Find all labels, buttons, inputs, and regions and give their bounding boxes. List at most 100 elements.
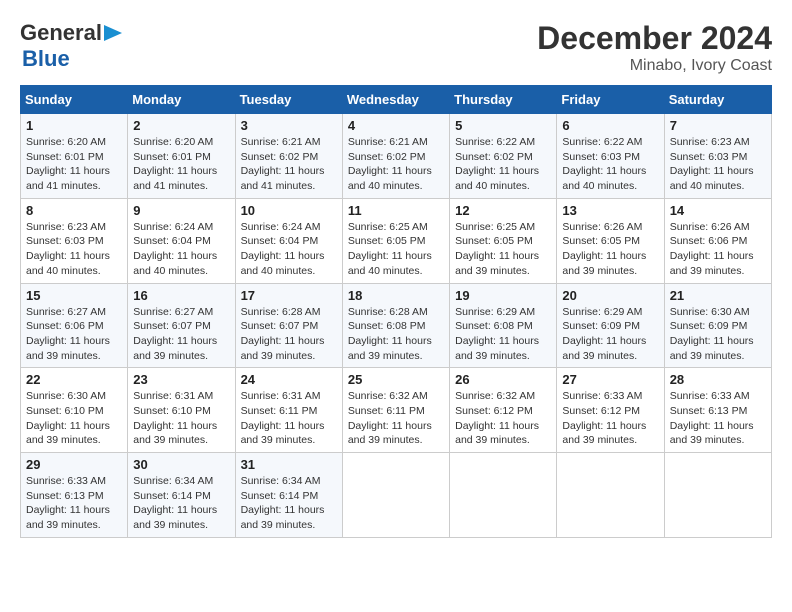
calendar-cell: 4 Sunrise: 6:21 AMSunset: 6:02 PMDayligh…	[342, 114, 449, 199]
calendar-cell: 8 Sunrise: 6:23 AMSunset: 6:03 PMDayligh…	[21, 198, 128, 283]
day-number: 8	[26, 203, 122, 218]
cell-info: Sunrise: 6:29 AMSunset: 6:08 PMDaylight:…	[455, 306, 539, 362]
cell-info: Sunrise: 6:28 AMSunset: 6:08 PMDaylight:…	[348, 306, 432, 362]
calendar-cell	[557, 453, 664, 538]
calendar-cell: 6 Sunrise: 6:22 AMSunset: 6:03 PMDayligh…	[557, 114, 664, 199]
calendar-cell: 10 Sunrise: 6:24 AMSunset: 6:04 PMDaylig…	[235, 198, 342, 283]
cell-info: Sunrise: 6:27 AMSunset: 6:07 PMDaylight:…	[133, 306, 217, 362]
day-number: 15	[26, 288, 122, 303]
cell-info: Sunrise: 6:32 AMSunset: 6:12 PMDaylight:…	[455, 390, 539, 446]
calendar-cell: 7 Sunrise: 6:23 AMSunset: 6:03 PMDayligh…	[664, 114, 771, 199]
calendar-cell: 20 Sunrise: 6:29 AMSunset: 6:09 PMDaylig…	[557, 283, 664, 368]
cell-info: Sunrise: 6:28 AMSunset: 6:07 PMDaylight:…	[241, 306, 325, 362]
day-number: 6	[562, 118, 658, 133]
calendar-cell: 21 Sunrise: 6:30 AMSunset: 6:09 PMDaylig…	[664, 283, 771, 368]
calendar-table: SundayMondayTuesdayWednesdayThursdayFrid…	[20, 85, 772, 538]
cell-info: Sunrise: 6:24 AMSunset: 6:04 PMDaylight:…	[241, 221, 325, 277]
cell-info: Sunrise: 6:25 AMSunset: 6:05 PMDaylight:…	[455, 221, 539, 277]
calendar-cell: 18 Sunrise: 6:28 AMSunset: 6:08 PMDaylig…	[342, 283, 449, 368]
day-number: 12	[455, 203, 551, 218]
page-subtitle: Minabo, Ivory Coast	[537, 57, 772, 75]
calendar-cell: 31 Sunrise: 6:34 AMSunset: 6:14 PMDaylig…	[235, 453, 342, 538]
calendar-cell: 9 Sunrise: 6:24 AMSunset: 6:04 PMDayligh…	[128, 198, 235, 283]
logo-blue: Blue	[22, 46, 70, 71]
day-number: 21	[670, 288, 766, 303]
calendar-cell: 1 Sunrise: 6:20 AMSunset: 6:01 PMDayligh…	[21, 114, 128, 199]
weekday-header-saturday: Saturday	[664, 86, 771, 114]
day-number: 5	[455, 118, 551, 133]
calendar-cell: 14 Sunrise: 6:26 AMSunset: 6:06 PMDaylig…	[664, 198, 771, 283]
title-block: December 2024 Minabo, Ivory Coast	[537, 20, 772, 75]
calendar-cell: 23 Sunrise: 6:31 AMSunset: 6:10 PMDaylig…	[128, 368, 235, 453]
cell-info: Sunrise: 6:31 AMSunset: 6:10 PMDaylight:…	[133, 390, 217, 446]
calendar-cell	[450, 453, 557, 538]
cell-info: Sunrise: 6:22 AMSunset: 6:02 PMDaylight:…	[455, 136, 539, 192]
cell-info: Sunrise: 6:33 AMSunset: 6:13 PMDaylight:…	[670, 390, 754, 446]
day-number: 4	[348, 118, 444, 133]
cell-info: Sunrise: 6:32 AMSunset: 6:11 PMDaylight:…	[348, 390, 432, 446]
calendar-cell	[664, 453, 771, 538]
cell-info: Sunrise: 6:33 AMSunset: 6:12 PMDaylight:…	[562, 390, 646, 446]
cell-info: Sunrise: 6:31 AMSunset: 6:11 PMDaylight:…	[241, 390, 325, 446]
calendar-cell: 17 Sunrise: 6:28 AMSunset: 6:07 PMDaylig…	[235, 283, 342, 368]
cell-info: Sunrise: 6:20 AMSunset: 6:01 PMDaylight:…	[133, 136, 217, 192]
calendar-cell: 5 Sunrise: 6:22 AMSunset: 6:02 PMDayligh…	[450, 114, 557, 199]
day-number: 10	[241, 203, 337, 218]
page-title: December 2024	[537, 20, 772, 57]
day-number: 30	[133, 457, 229, 472]
day-number: 25	[348, 372, 444, 387]
day-number: 9	[133, 203, 229, 218]
calendar-cell	[342, 453, 449, 538]
day-number: 20	[562, 288, 658, 303]
day-number: 2	[133, 118, 229, 133]
cell-info: Sunrise: 6:33 AMSunset: 6:13 PMDaylight:…	[26, 475, 110, 531]
cell-info: Sunrise: 6:30 AMSunset: 6:10 PMDaylight:…	[26, 390, 110, 446]
cell-info: Sunrise: 6:29 AMSunset: 6:09 PMDaylight:…	[562, 306, 646, 362]
cell-info: Sunrise: 6:22 AMSunset: 6:03 PMDaylight:…	[562, 136, 646, 192]
day-number: 23	[133, 372, 229, 387]
calendar-cell: 29 Sunrise: 6:33 AMSunset: 6:13 PMDaylig…	[21, 453, 128, 538]
day-number: 14	[670, 203, 766, 218]
weekday-header-friday: Friday	[557, 86, 664, 114]
day-number: 7	[670, 118, 766, 133]
weekday-header-monday: Monday	[128, 86, 235, 114]
calendar-cell: 24 Sunrise: 6:31 AMSunset: 6:11 PMDaylig…	[235, 368, 342, 453]
calendar-cell: 15 Sunrise: 6:27 AMSunset: 6:06 PMDaylig…	[21, 283, 128, 368]
cell-info: Sunrise: 6:27 AMSunset: 6:06 PMDaylight:…	[26, 306, 110, 362]
day-number: 19	[455, 288, 551, 303]
cell-info: Sunrise: 6:21 AMSunset: 6:02 PMDaylight:…	[241, 136, 325, 192]
calendar-cell: 12 Sunrise: 6:25 AMSunset: 6:05 PMDaylig…	[450, 198, 557, 283]
calendar-cell: 26 Sunrise: 6:32 AMSunset: 6:12 PMDaylig…	[450, 368, 557, 453]
day-number: 28	[670, 372, 766, 387]
weekday-header-sunday: Sunday	[21, 86, 128, 114]
weekday-header-tuesday: Tuesday	[235, 86, 342, 114]
cell-info: Sunrise: 6:23 AMSunset: 6:03 PMDaylight:…	[26, 221, 110, 277]
cell-info: Sunrise: 6:26 AMSunset: 6:05 PMDaylight:…	[562, 221, 646, 277]
cell-info: Sunrise: 6:20 AMSunset: 6:01 PMDaylight:…	[26, 136, 110, 192]
cell-info: Sunrise: 6:26 AMSunset: 6:06 PMDaylight:…	[670, 221, 754, 277]
day-number: 26	[455, 372, 551, 387]
day-number: 13	[562, 203, 658, 218]
calendar-cell: 25 Sunrise: 6:32 AMSunset: 6:11 PMDaylig…	[342, 368, 449, 453]
cell-info: Sunrise: 6:34 AMSunset: 6:14 PMDaylight:…	[133, 475, 217, 531]
day-number: 29	[26, 457, 122, 472]
weekday-header-wednesday: Wednesday	[342, 86, 449, 114]
day-number: 1	[26, 118, 122, 133]
cell-info: Sunrise: 6:24 AMSunset: 6:04 PMDaylight:…	[133, 221, 217, 277]
calendar-cell: 11 Sunrise: 6:25 AMSunset: 6:05 PMDaylig…	[342, 198, 449, 283]
calendar-cell: 16 Sunrise: 6:27 AMSunset: 6:07 PMDaylig…	[128, 283, 235, 368]
page-header: General Blue December 2024 Minabo, Ivory…	[20, 20, 772, 75]
cell-info: Sunrise: 6:25 AMSunset: 6:05 PMDaylight:…	[348, 221, 432, 277]
logo-general: General	[20, 20, 102, 46]
calendar-cell: 30 Sunrise: 6:34 AMSunset: 6:14 PMDaylig…	[128, 453, 235, 538]
day-number: 22	[26, 372, 122, 387]
day-number: 24	[241, 372, 337, 387]
calendar-cell: 2 Sunrise: 6:20 AMSunset: 6:01 PMDayligh…	[128, 114, 235, 199]
day-number: 17	[241, 288, 337, 303]
calendar-cell: 19 Sunrise: 6:29 AMSunset: 6:08 PMDaylig…	[450, 283, 557, 368]
cell-info: Sunrise: 6:34 AMSunset: 6:14 PMDaylight:…	[241, 475, 325, 531]
calendar-cell: 3 Sunrise: 6:21 AMSunset: 6:02 PMDayligh…	[235, 114, 342, 199]
cell-info: Sunrise: 6:21 AMSunset: 6:02 PMDaylight:…	[348, 136, 432, 192]
day-number: 11	[348, 203, 444, 218]
day-number: 27	[562, 372, 658, 387]
